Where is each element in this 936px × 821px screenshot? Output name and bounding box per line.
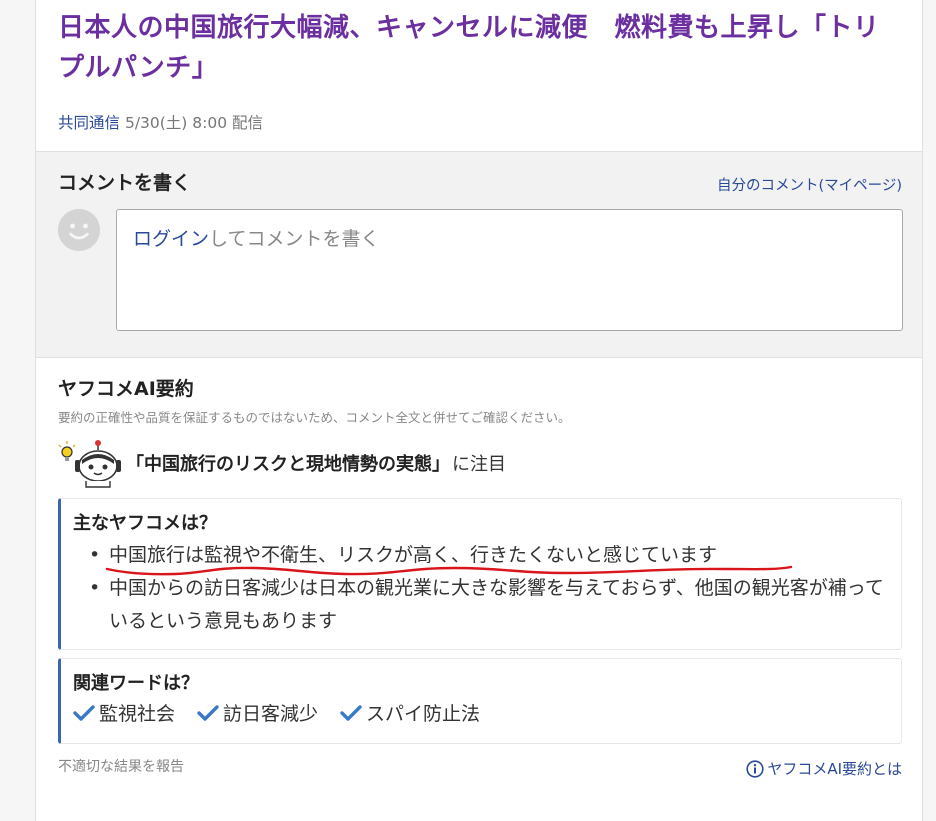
related-word-label: 監視社会 — [99, 703, 176, 725]
comment-placeholder: してコメントを書く — [209, 228, 380, 250]
related-words-heading: 関連ワードは？ — [73, 673, 199, 694]
focus-suffix: に注目 — [452, 454, 506, 475]
related-words-card: 関連ワードは？ 監視社会 訪日客減少 スパイ防止法 — [58, 658, 902, 744]
delivery-label: 配信 — [232, 114, 264, 132]
publish-datetime: 5/30(土) 8:00 — [124, 114, 228, 132]
about-link-label: ヤフコメAI要約とは — [767, 760, 902, 778]
report-link[interactable]: 不適切な結果を報告 — [58, 756, 184, 776]
related-word-label: スパイ防止法 — [366, 703, 481, 725]
article-page: 日本人の中国旅行大幅減、キャンセルに減便 燃料費も上昇し「トリプルパンチ」 共同… — [35, 0, 923, 821]
check-icon — [73, 704, 95, 721]
main-point-text: 中国旅行は監視や不衛生、リスクが高く、行きたくないと感じています — [109, 544, 718, 566]
focus-topic: 「中国旅行のリスクと現地情勢の実態」 — [126, 454, 450, 475]
check-icon — [197, 704, 219, 721]
article-title: 日本人の中国旅行大幅減、キャンセルに減便 燃料費も上昇し「トリプルパンチ」 — [58, 13, 880, 83]
focus-row: 「中国旅行のリスクと現地情勢の実態」 に注目 — [58, 438, 902, 488]
main-comments-list: 中国旅行は監視や不衛生、リスクが高く、行きたくないと感じています 中国からの訪日… — [73, 539, 889, 638]
related-word[interactable]: 監視社会 — [73, 699, 175, 726]
ai-summary-disclaimer: 要約の正確性や品質を保証するものではないため、コメント全文と併せてご確認ください… — [58, 410, 571, 425]
robot-mascot-icon — [58, 440, 121, 488]
smiley-avatar-icon — [58, 209, 100, 251]
article-header: 日本人の中国旅行大幅減、キャンセルに減便 燃料費も上昇し「トリプルパンチ」 共同… — [36, 0, 922, 152]
main-comments-heading: 主なヤフコメは？ — [73, 513, 217, 534]
article-meta: 共同通信 5/30(土) 8:00 配信 — [58, 111, 902, 133]
ai-summary-title: ヤフコメAI要約 — [58, 378, 194, 400]
list-item: 中国からの訪日客減少は日本の観光業に大きな影響を与えておらず、他国の観光客が補っ… — [73, 572, 889, 638]
related-words-list: 監視社会 訪日客減少 スパイ防止法 — [73, 699, 889, 726]
avatar — [58, 209, 100, 251]
check-icon — [340, 704, 362, 721]
info-icon — [746, 759, 764, 778]
related-word-label: 訪日客減少 — [223, 703, 319, 725]
comment-compose: コメントを書く 自分のコメント(マイページ) ログインしてコメントを書く — [36, 152, 922, 358]
login-link[interactable]: ログイン — [133, 228, 209, 250]
underlined-point: 中国旅行は監視や不衛生、リスクが高く、行きたくないと感じています — [105, 539, 793, 576]
about-ai-summary-link[interactable]: ヤフコメAI要約とは — [746, 758, 902, 779]
my-comments-link[interactable]: 自分のコメント(マイページ) — [717, 174, 902, 195]
ai-summary-section: ヤフコメAI要約 要約の正確性や品質を保証するものではないため、コメント全文と併… — [36, 358, 922, 780]
list-item: 中国旅行は監視や不衛生、リスクが高く、行きたくないと感じています — [73, 539, 889, 576]
ai-summary-footer: 不適切な結果を報告 ヤフコメAI要約とは — [58, 756, 902, 780]
source-link[interactable]: 共同通信 — [58, 114, 120, 132]
related-word[interactable]: 訪日客減少 — [197, 699, 318, 726]
main-comments-card: 主なヤフコメは？ 中国旅行は監視や不衛生、リスクが高く、行きたくないと感じていま… — [58, 498, 902, 650]
related-word[interactable]: スパイ防止法 — [340, 699, 480, 726]
comment-input[interactable]: ログインしてコメントを書く — [116, 209, 903, 331]
